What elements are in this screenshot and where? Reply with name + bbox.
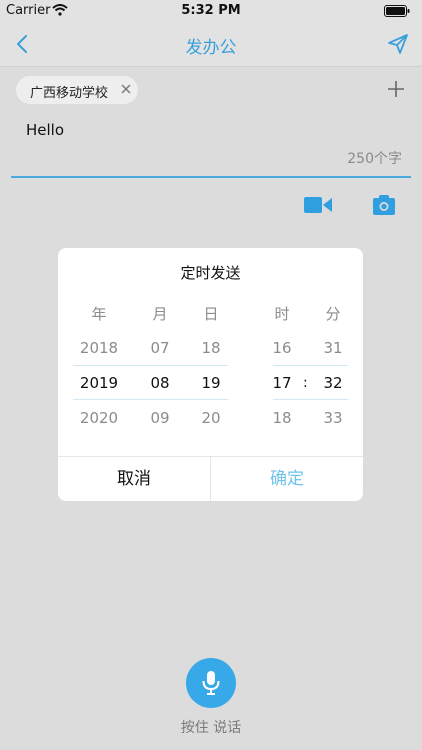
year-prev[interactable]: 2018 — [79, 339, 119, 357]
month-next[interactable]: 09 — [140, 409, 180, 427]
year-current[interactable]: 2019 — [79, 374, 119, 392]
hour-current[interactable]: 17 — [262, 374, 302, 392]
year-column[interactable]: 年 2018 2019 2020 — [79, 248, 119, 448]
camera-icon[interactable] — [373, 195, 395, 215]
day-column[interactable]: 日 18 19 20 — [191, 248, 231, 448]
nav-bar: 发办公 — [0, 22, 422, 66]
minute-prev[interactable]: 31 — [313, 339, 353, 357]
minute-column[interactable]: 分 31 32 33 — [313, 248, 353, 448]
minute-header: 分 — [325, 305, 341, 323]
schedule-dialog: 定时发送 年 2018 2019 2020 月 07 08 09 日 18 19… — [58, 248, 363, 501]
confirm-button[interactable]: 确定 — [211, 457, 363, 501]
time-selection-top-line — [273, 365, 348, 366]
dialog-buttons: 取消 确定 — [58, 456, 363, 501]
status-bar: Carrier 5:32 PM — [0, 0, 422, 22]
month-prev[interactable]: 07 — [140, 339, 180, 357]
day-prev[interactable]: 18 — [191, 339, 231, 357]
minute-current[interactable]: 32 — [313, 374, 353, 392]
status-time: 5:32 PM — [181, 3, 241, 18]
recipient-tag[interactable]: 广西移动学校 — [16, 76, 138, 104]
hour-column[interactable]: 时 16 17 18 — [262, 248, 302, 448]
minute-next[interactable]: 33 — [313, 409, 353, 427]
year-header: 年 — [91, 305, 107, 323]
hour-prev[interactable]: 16 — [262, 339, 302, 357]
battery-icon — [384, 5, 410, 17]
message-underline — [11, 176, 411, 178]
month-current[interactable]: 08 — [140, 374, 180, 392]
time-selection-bottom-line — [273, 399, 348, 400]
close-icon[interactable] — [120, 83, 132, 95]
char-count: 250个字 — [347, 151, 402, 167]
day-current[interactable]: 19 — [191, 374, 231, 392]
message-text[interactable]: Hello — [26, 121, 64, 139]
microphone-icon — [202, 671, 220, 695]
plus-icon[interactable] — [386, 79, 406, 99]
month-column[interactable]: 月 07 08 09 — [140, 248, 180, 448]
paper-plane-icon[interactable] — [386, 32, 410, 56]
hour-header: 时 — [274, 305, 290, 323]
cancel-button[interactable]: 取消 — [58, 457, 210, 501]
date-selection-top-line — [73, 365, 228, 366]
year-next[interactable]: 2020 — [79, 409, 119, 427]
recipient-tag-label: 广西移动学校 — [30, 86, 109, 101]
day-next[interactable]: 20 — [191, 409, 231, 427]
recipient-row: 广西移动学校 — [0, 66, 422, 112]
voice-label: 按住 说话 — [180, 720, 242, 736]
month-header: 月 — [152, 305, 168, 323]
video-camera-icon[interactable] — [304, 196, 332, 214]
voice-record-button[interactable] — [186, 658, 236, 708]
date-selection-bottom-line — [73, 399, 228, 400]
day-header: 日 — [203, 305, 219, 323]
hour-next[interactable]: 18 — [262, 409, 302, 427]
page-title: 发办公 — [185, 38, 237, 58]
time-separator: : — [303, 375, 308, 391]
